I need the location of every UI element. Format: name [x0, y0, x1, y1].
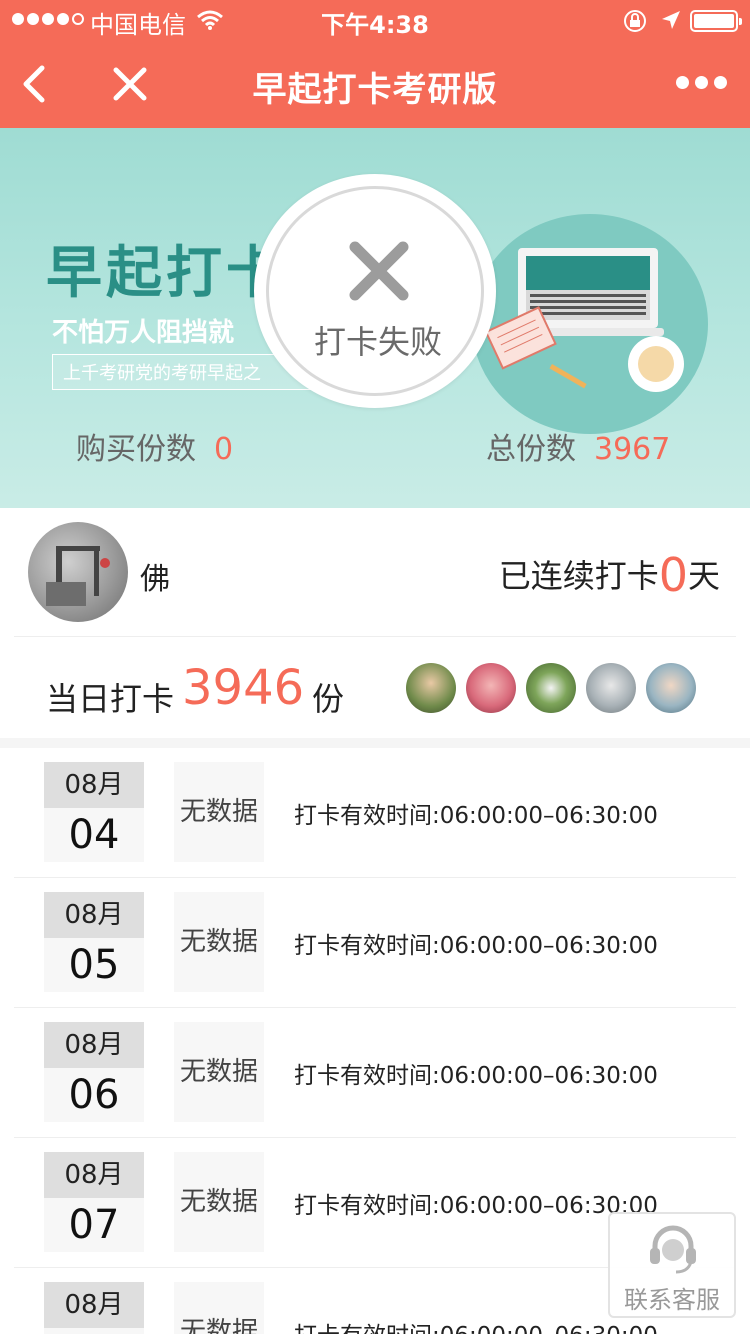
today-count: 3946 [182, 660, 305, 716]
avatar[interactable] [28, 522, 128, 622]
buy-count-label: 购买份数 [76, 432, 196, 467]
streak-prefix: 已连续打卡 [498, 557, 659, 595]
status-bar: 中国电信 下午4:38 [0, 0, 750, 40]
record-status: 无数据 [174, 1022, 264, 1122]
page-title: 早起打卡考研版 [252, 70, 498, 110]
date-badge: 08月 04 [44, 762, 144, 862]
avatar [586, 663, 636, 713]
record-status: 无数据 [174, 762, 264, 862]
list-item[interactable]: 08月 05 无数据 打卡有效时间:06:00:00–06:30:00 [0, 878, 750, 1008]
date-badge: 08月 08 [44, 1282, 144, 1334]
record-month: 08月 [44, 1022, 144, 1068]
buy-count: 购买份数 0 [76, 424, 233, 468]
avatar [466, 663, 516, 713]
rotation-lock-icon [624, 10, 646, 32]
record-valid-time: 打卡有效时间:06:00:00–06:30:00 [294, 803, 658, 829]
checkin-status-badge[interactable]: 打卡失败 [254, 174, 496, 408]
participant-avatars[interactable] [406, 663, 696, 713]
laptop-illustration [472, 214, 708, 434]
fail-x-icon [349, 241, 409, 301]
banner-title: 早起打卡 [46, 240, 286, 306]
record-status: 无数据 [174, 892, 264, 992]
checkin-status-text: 打卡失败 [313, 323, 442, 361]
streak-counter: 已连续打卡0天 [499, 548, 720, 602]
contact-support-label: 联系客服 [624, 1286, 720, 1314]
date-badge: 08月 07 [44, 1152, 144, 1252]
date-badge: 08月 05 [44, 892, 144, 992]
buy-count-value: 0 [214, 432, 234, 467]
record-day: 07 [68, 1202, 120, 1248]
today-unit: 份 [312, 680, 345, 718]
laptop-icon [484, 248, 684, 392]
avatar [646, 663, 696, 713]
record-status: 无数据 [174, 1282, 264, 1334]
total-count-label: 总份数 [486, 432, 576, 467]
location-icon [662, 11, 680, 29]
battery-icon [690, 10, 742, 32]
record-day: 05 [68, 942, 120, 988]
user-summary: 佛 已连续打卡0天 [0, 508, 750, 638]
record-day: 08 [44, 1328, 144, 1334]
record-day: 06 [68, 1072, 120, 1118]
streak-suffix: 天 [687, 557, 720, 595]
today-label: 当日打卡 [46, 680, 175, 718]
today-summary[interactable]: 当日打卡 3946 份 [0, 638, 750, 738]
section-gap [0, 738, 750, 748]
record-valid-time: 打卡有效时间:06:00:00–06:30:00 [294, 1063, 658, 1089]
record-day: 04 [68, 812, 120, 858]
user-name: 佛 [140, 562, 170, 597]
record-valid-time: 打卡有效时间:06:00:00–06:30:00 [294, 1193, 658, 1219]
record-valid-time: 打卡有效时间:06:00:00–06:30:00 [294, 933, 658, 959]
record-month: 08月 [44, 762, 144, 808]
record-valid-time: 打卡有效时间:06:00:00–06:30:00 [294, 1316, 658, 1334]
record-month: 08月 [44, 892, 144, 938]
headset-icon [650, 1225, 696, 1274]
record-status: 无数据 [174, 1152, 264, 1252]
divider [14, 636, 736, 637]
record-month: 08月 [44, 1282, 144, 1328]
total-count: 总份数 3967 [486, 424, 670, 468]
more-menu-button[interactable] [676, 76, 727, 89]
streak-days: 0 [658, 548, 688, 602]
date-badge: 08月 06 [44, 1022, 144, 1122]
banner-subtitle: 不怕万人阻挡就 [52, 318, 235, 348]
list-item[interactable]: 08月 06 无数据 打卡有效时间:06:00:00–06:30:00 [0, 1008, 750, 1138]
avatar [526, 663, 576, 713]
top-bar: 中国电信 下午4:38 早起打卡考研版 [0, 0, 750, 128]
contact-support-button[interactable]: 联系客服 [608, 1212, 736, 1318]
list-item[interactable]: 08月 04 无数据 打卡有效时间:06:00:00–06:30:00 [0, 748, 750, 878]
record-month: 08月 [44, 1152, 144, 1198]
total-count-value: 3967 [594, 432, 671, 467]
avatar [406, 663, 456, 713]
